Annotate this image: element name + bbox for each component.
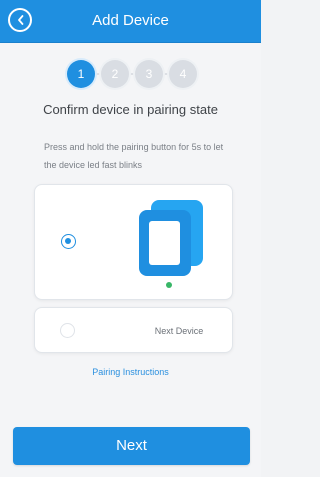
status-led-dot [166,282,172,288]
pairing-instructions-link[interactable]: Pairing Instructions [0,366,261,378]
next-button[interactable]: Next [13,427,250,465]
unselected-radio[interactable] [60,323,75,338]
page-title: Add Device [92,12,169,29]
device-front-layer [139,210,191,276]
step-2: 2 [101,60,129,88]
pairing-instruction-text: Press and hold the pairing button for 5s… [44,142,224,170]
device-screen [149,221,180,265]
device-option-card-selected[interactable] [34,184,233,300]
step-4: 4 [169,60,197,88]
header-bar: Add Device [0,0,261,43]
step-title: Confirm device in pairing state [43,102,218,117]
next-device-label: Next Device [154,326,204,336]
add-device-screen: Add Device 1 2 3 4 Confirm device in pai… [0,0,261,477]
step-3: 3 [135,60,163,88]
device-icon [133,194,215,293]
device-option-card-next[interactable]: Next Device [34,307,233,353]
step-indicator: 1 2 3 4 [67,60,199,88]
step-1: 1 [67,60,95,88]
selected-radio[interactable] [61,234,76,249]
